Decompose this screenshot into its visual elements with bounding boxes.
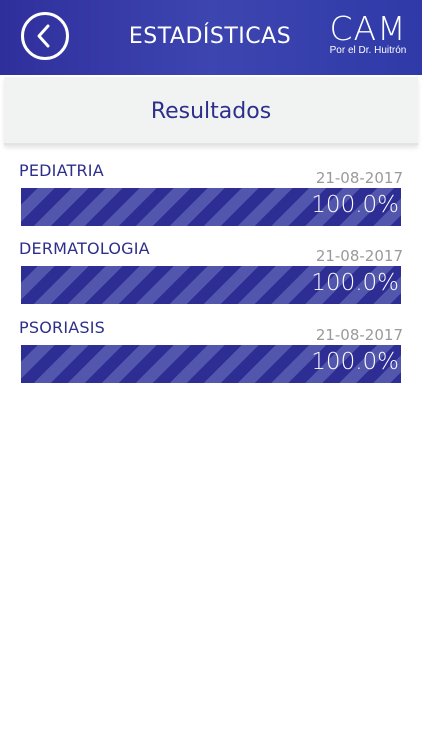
logo-sub-text: Por el Dr. Huitrón xyxy=(329,45,407,56)
logo-main-text: CAM xyxy=(329,9,407,48)
app: ESTADÍSTICAS CAM Por el Dr. Huitrón Resu… xyxy=(0,0,422,750)
progress-label: 100.0% xyxy=(311,349,399,375)
top-bar: ESTADÍSTICAS CAM Por el Dr. Huitrón xyxy=(0,0,422,75)
section-header: Resultados xyxy=(4,77,418,145)
back-button[interactable] xyxy=(21,12,69,60)
progress-bar: 100.0% xyxy=(21,345,401,383)
result-name: DERMATOLOGIA xyxy=(19,239,150,258)
result-item-dermatologia: DERMATOLOGIA 21-08-2017 100.0% xyxy=(0,239,422,311)
cam-logo: CAM Por el Dr. Huitrón xyxy=(324,12,412,57)
section-title: Resultados xyxy=(150,99,272,124)
result-item-pediatria: PEDIATRIA 21-08-2017 100.0% xyxy=(0,161,422,233)
page-title: ESTADÍSTICAS xyxy=(128,24,292,49)
chevron-left-icon xyxy=(34,23,56,49)
result-date: 21-08-2017 xyxy=(315,169,403,187)
progress-bar: 100.0% xyxy=(21,188,401,226)
result-date: 21-08-2017 xyxy=(315,326,403,344)
progress-bar: 100.0% xyxy=(21,266,401,304)
result-name: PSORIASIS xyxy=(19,318,106,337)
result-item-psoriasis: PSORIASIS 21-08-2017 100.0% xyxy=(0,318,422,390)
progress-label: 100.0% xyxy=(311,192,399,218)
result-date: 21-08-2017 xyxy=(315,247,403,265)
result-name: PEDIATRIA xyxy=(19,161,104,180)
progress-label: 100.0% xyxy=(311,270,399,296)
